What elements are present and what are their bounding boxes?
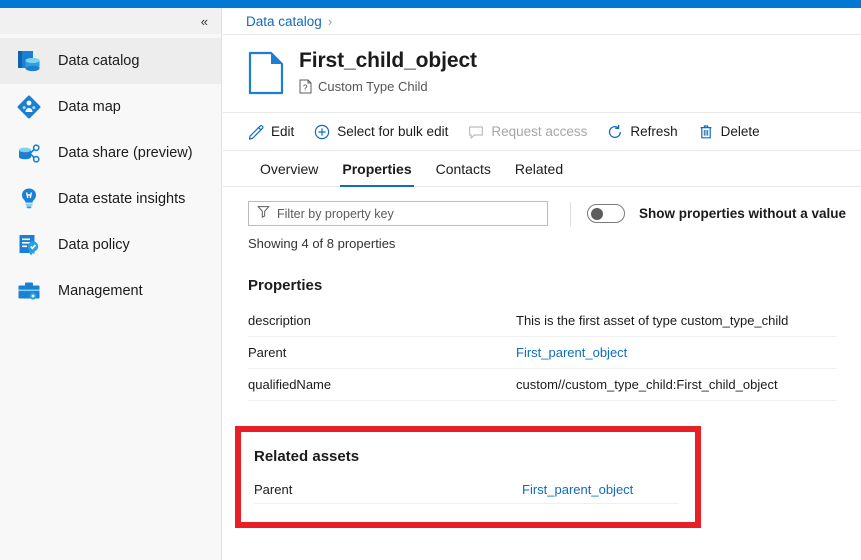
sidebar-item-data-share[interactable]: Data share (preview) <box>0 130 221 176</box>
collapse-sidebar-icon[interactable]: « <box>197 13 211 30</box>
show-empty-properties-toggle[interactable] <box>587 204 625 223</box>
sidebar-item-data-catalog[interactable]: Data catalog <box>0 38 221 84</box>
tab-contacts[interactable]: Contacts <box>424 161 503 186</box>
property-value-link[interactable]: First_parent_object <box>516 345 627 360</box>
data-catalog-icon <box>14 46 44 76</box>
sidebar-item-management[interactable]: Management <box>0 268 221 314</box>
breadcrumb: Data catalog › <box>223 8 861 35</box>
page-title: First_child_object <box>299 49 477 72</box>
asset-type-row: ? Custom Type Child <box>299 79 477 94</box>
data-map-icon <box>14 92 44 122</box>
sidebar-item-label: Management <box>58 283 143 299</box>
sidebar-item-list: Data catalog Data map Data share (previe… <box>0 34 221 314</box>
action-toolbar: Edit Select for bulk edit Request access… <box>223 113 861 151</box>
tab-properties-label: Properties <box>342 161 412 177</box>
properties-section-heading: Properties <box>248 277 323 294</box>
toggle-label: Show properties without a value <box>639 206 847 221</box>
properties-filter-row: Show properties without a value <box>223 187 861 226</box>
data-share-icon <box>14 138 44 168</box>
delete-button-label: Delete <box>720 124 760 139</box>
management-icon <box>14 276 44 306</box>
property-key: Parent <box>248 345 287 360</box>
tab-related-label: Related <box>514 161 564 177</box>
asset-type-label: Custom Type Child <box>318 79 428 95</box>
filter-input-wrapper[interactable] <box>248 201 548 226</box>
sidebar-collapse-row: « <box>0 8 221 34</box>
breadcrumb-item-data-catalog[interactable]: Data catalog <box>246 14 322 29</box>
comment-icon <box>468 124 484 140</box>
property-key: qualifiedName <box>248 377 332 392</box>
properties-section: Properties description This is the first… <box>223 277 861 401</box>
property-key: description <box>248 313 311 328</box>
left-navigation-panel: « Data catalog Data map Data share (prev… <box>0 8 222 560</box>
document-icon <box>247 51 285 100</box>
sidebar-item-label: Data policy <box>58 237 130 253</box>
purview-asset-page: « Data catalog Data map Data share (prev… <box>0 0 861 560</box>
tab-overview-label: Overview <box>260 161 319 177</box>
sidebar-item-label: Data share (preview) <box>58 145 193 161</box>
plus-circle-icon <box>314 124 330 140</box>
refresh-button-label: Refresh <box>630 124 678 139</box>
sidebar-item-label: Data estate insights <box>58 191 186 207</box>
tab-contacts-label: Contacts <box>435 161 491 177</box>
properties-count-text: Showing 4 of 8 properties <box>248 236 396 251</box>
pencil-icon <box>248 124 264 140</box>
sidebar-item-data-estate-insights[interactable]: Data estate insights <box>0 176 221 222</box>
asset-header: First_child_object ? Custom Type Child <box>223 35 861 113</box>
search-input[interactable] <box>270 206 547 221</box>
sidebar-item-label: Data map <box>58 99 121 115</box>
sidebar-item-data-map[interactable]: Data map <box>0 84 221 130</box>
select-for-bulk-edit-button[interactable]: Select for bulk edit <box>314 124 448 140</box>
unknown-type-icon: ? <box>299 79 312 94</box>
table-row: Parent First_parent_object <box>248 337 836 369</box>
toggle-knob <box>591 208 603 220</box>
filter-icon <box>257 205 270 223</box>
filter-divider <box>570 201 571 226</box>
edit-button[interactable]: Edit <box>248 124 294 140</box>
sidebar-item-label: Data catalog <box>58 53 140 69</box>
related-asset-value-link[interactable]: First_parent_object <box>522 482 633 497</box>
svg-text:?: ? <box>303 84 308 93</box>
table-row: Parent First_parent_object <box>254 476 679 504</box>
related-assets-heading: Related assets <box>254 448 360 465</box>
show-empty-properties-toggle-group: Show properties without a value <box>587 204 846 223</box>
sidebar-item-data-policy[interactable]: Data policy <box>0 222 221 268</box>
related-assets-section: Related assets Parent First_parent_objec… <box>241 432 695 504</box>
refresh-button[interactable]: Refresh <box>607 124 678 140</box>
asset-tab-bar: Overview Properties Contacts Related <box>223 151 861 187</box>
app-top-accent-bar <box>0 0 861 8</box>
edit-button-label: Edit <box>271 124 295 139</box>
tab-overview[interactable]: Overview <box>248 161 330 186</box>
tab-properties[interactable]: Properties <box>330 161 423 187</box>
refresh-icon <box>607 124 623 140</box>
request-access-label: Request access <box>491 124 588 139</box>
data-policy-icon <box>14 230 44 260</box>
select-for-bulk-edit-label: Select for bulk edit <box>337 124 449 139</box>
request-access-button: Request access <box>468 124 587 140</box>
related-assets-highlight-box: Related assets Parent First_parent_objec… <box>235 426 701 528</box>
tab-related[interactable]: Related <box>503 161 575 186</box>
property-value: This is the first asset of type custom_t… <box>516 313 789 328</box>
related-asset-key: Parent <box>254 482 293 497</box>
data-estate-insights-icon <box>14 184 44 214</box>
table-row: qualifiedName custom//custom_type_child:… <box>248 369 836 401</box>
table-row: description This is the first asset of t… <box>248 305 836 337</box>
breadcrumb-separator-icon: › <box>327 13 333 29</box>
property-value: custom//custom_type_child:First_child_ob… <box>516 377 778 392</box>
trash-icon <box>698 124 714 140</box>
delete-button[interactable]: Delete <box>698 124 760 140</box>
main-content-area: Data catalog › First_child_object ? Cust… <box>223 8 861 560</box>
